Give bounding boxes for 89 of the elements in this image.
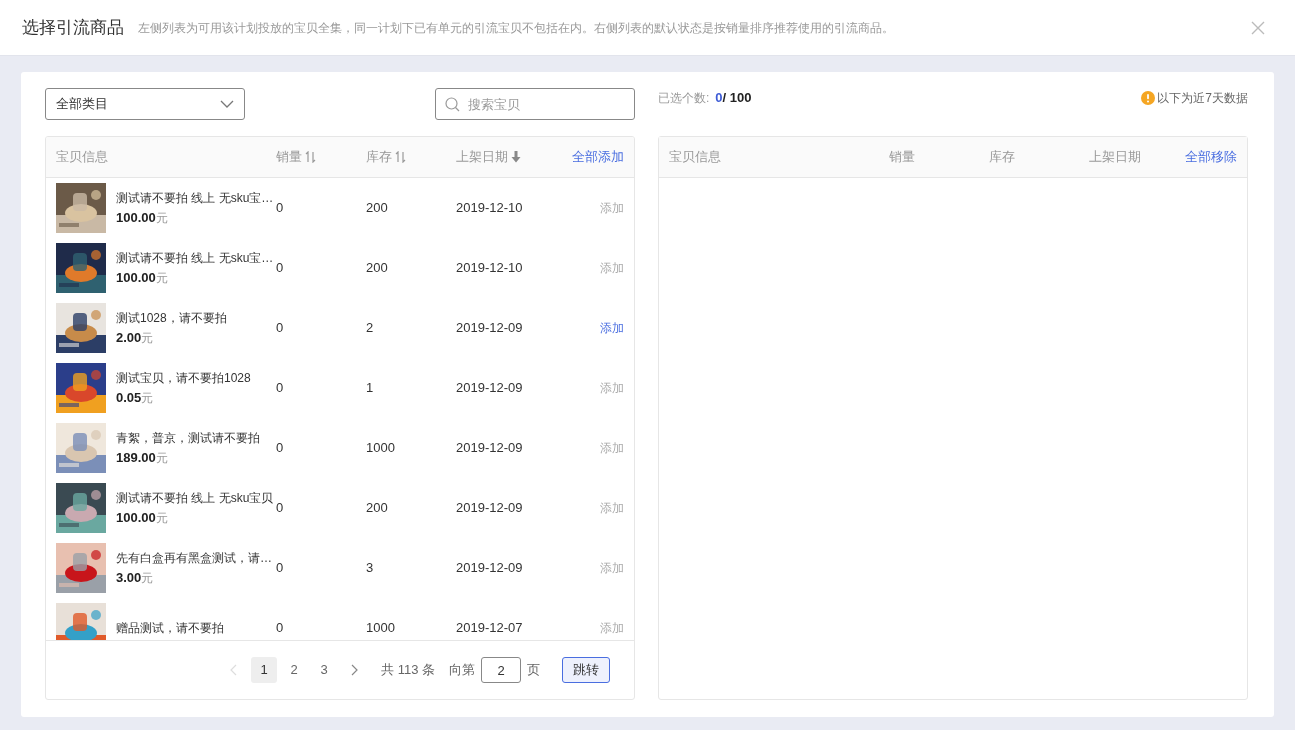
add-link[interactable]: 添加 — [600, 619, 624, 637]
column-header: 宝贝信息 — [669, 149, 721, 165]
product-price: 2.00 — [116, 328, 142, 347]
product-name: 测试请不要拍 线上 无sku宝贝 — [116, 489, 274, 507]
table-cell: 0 — [276, 200, 284, 216]
column-header: 库存 — [989, 149, 1015, 165]
product-name: 测试宝贝，请不要拍1028 — [116, 369, 251, 387]
product-name: 测试请不要拍 线上 无sku宝… — [116, 249, 274, 267]
goto-label: 向第 — [449, 661, 475, 680]
dialog-description: 左侧列表为可用该计划投放的宝贝全集，同一计划下已有单元的引流宝贝不包括在内。右侧列表的默认状态是按销量排序推荐使用的引流商品。 — [138, 19, 894, 37]
selected-count-label: 已选个数: — [658, 90, 710, 107]
add-link[interactable]: 添加 — [600, 439, 624, 457]
selected-count: 0 — [715, 89, 723, 108]
product-price: 100.00 — [116, 508, 156, 527]
jump-button[interactable]: 跳转 — [562, 657, 610, 683]
column-header: 宝贝信息 — [56, 148, 108, 167]
table-cell: 0 — [276, 500, 284, 516]
add-link[interactable]: 添加 — [600, 379, 624, 397]
product-price: 0.05 — [116, 388, 142, 407]
column-header: 销量 — [276, 148, 302, 167]
total-count: 共 113 条 — [381, 661, 435, 680]
table-cell: 0 — [276, 620, 284, 636]
table-cell: 0 — [276, 560, 284, 576]
table-cell: 2019-12-09 — [456, 500, 523, 516]
add-all-link[interactable]: 全部添加 — [572, 147, 624, 167]
price-unit: 元 — [155, 449, 168, 467]
price-unit: 元 — [141, 569, 154, 587]
table-cell: 200 — [366, 200, 388, 216]
price-unit: 元 — [155, 509, 168, 527]
table-cell: 2019-12-09 — [456, 380, 523, 396]
column-header: 上架日期 — [1089, 149, 1141, 165]
page-unit-label: 页 — [527, 661, 540, 680]
table-cell: 2019-12-07 — [456, 620, 523, 636]
search-field[interactable]: 搜索宝贝 — [435, 88, 635, 120]
table-cell: 0 — [276, 440, 284, 456]
product-name: 先有白盒再有黑盒测试，请… — [116, 549, 272, 567]
table-cell: 0 — [276, 320, 284, 336]
table-cell: 2019-12-10 — [456, 260, 523, 276]
sort-down-icon[interactable] — [511, 151, 521, 163]
sort-icon[interactable] — [305, 151, 316, 163]
table-cell: 1 — [366, 380, 374, 396]
column-header: 上架日期 — [456, 148, 508, 167]
price-unit: 元 — [155, 209, 168, 227]
table-cell: 1000 — [366, 440, 395, 456]
next-page-icon[interactable] — [351, 664, 360, 676]
table-cell: 200 — [366, 260, 388, 276]
table-cell: 0 — [276, 380, 284, 396]
table-cell: 0 — [276, 260, 284, 276]
table-cell: 2019-12-09 — [456, 320, 523, 336]
warning-icon — [1141, 91, 1156, 105]
close-icon[interactable] — [1251, 20, 1265, 35]
column-header: 销量 — [889, 149, 915, 165]
sort-icon[interactable] — [395, 151, 406, 163]
price-unit: 元 — [141, 329, 154, 347]
product-name: 赠品测试，请不要拍 — [116, 619, 224, 637]
add-link[interactable]: 添加 — [600, 499, 624, 517]
add-link[interactable]: 添加 — [600, 559, 624, 577]
previous-page-icon[interactable] — [229, 664, 238, 676]
product-price: 100.00 — [116, 208, 156, 227]
page-button[interactable]: 2 — [281, 657, 308, 683]
table-cell: 200 — [366, 500, 388, 516]
page-input[interactable]: 2 — [481, 657, 521, 683]
table-cell: 2 — [366, 320, 374, 336]
add-link[interactable]: 添加 — [600, 199, 624, 217]
table-cell: 2019-12-10 — [456, 200, 523, 216]
product-name: 测试请不要拍 线上 无sku宝… — [116, 189, 274, 207]
add-link[interactable]: 添加 — [600, 259, 624, 277]
table-cell: 2019-12-09 — [456, 560, 523, 576]
add-link[interactable]: 添加 — [600, 319, 624, 337]
product-price: 189.00 — [116, 448, 156, 467]
product-name: 青絮，普京，测试请不要拍 — [116, 429, 260, 447]
table-cell: 3 — [366, 560, 374, 576]
price-unit: 元 — [155, 269, 168, 287]
chevron-down-icon — [220, 100, 234, 108]
page-button[interactable]: 1 — [251, 657, 278, 683]
product-price: 100.00 — [116, 268, 156, 287]
table-cell: 2019-12-09 — [456, 440, 523, 456]
search-icon — [445, 97, 460, 112]
data-notice: 以下为近7天数据 — [1157, 90, 1248, 107]
page-button[interactable]: 3 — [311, 657, 338, 683]
column-header: 库存 — [366, 148, 392, 167]
product-name: 测试1028，请不要拍 — [116, 309, 227, 327]
price-unit: 元 — [141, 389, 154, 407]
remove-all-link[interactable]: 全部移除 — [1185, 147, 1237, 167]
selected-max: / 100 — [722, 89, 752, 108]
category-dropdown[interactable]: 全部类目 — [45, 88, 245, 120]
table-cell: 1000 — [366, 620, 395, 636]
dialog-title: 选择引流商品 — [22, 16, 124, 39]
product-price: 3.00 — [116, 568, 142, 587]
